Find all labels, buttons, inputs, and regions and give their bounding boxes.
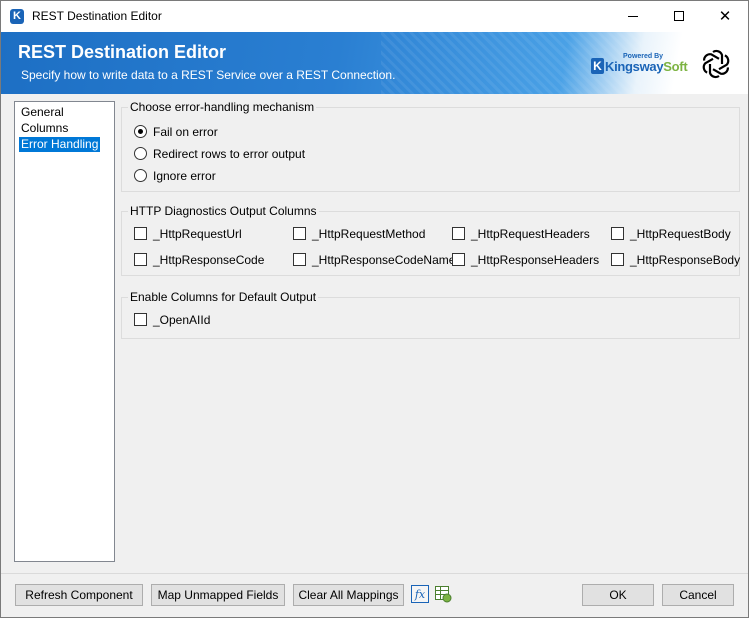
http-request-body-label: _HttpRequestBody	[630, 227, 731, 241]
checkbox-box	[293, 227, 306, 240]
window-title: REST Destination Editor	[32, 9, 162, 23]
nav-item-columns[interactable]: Columns	[19, 121, 70, 136]
banner-subtitle: Specify how to write data to a REST Serv…	[21, 68, 396, 82]
kingswaysoft-logo: Powered By K KingswaySoft	[591, 52, 688, 80]
default-output-group: Enable Columns for Default Output _OpenA…	[121, 290, 740, 339]
default-output-legend: Enable Columns for Default Output	[128, 290, 319, 304]
http-response-body-label: _HttpResponseBody	[630, 253, 741, 267]
http-request-headers-label: _HttpRequestHeaders	[471, 227, 590, 241]
minimize-icon	[628, 16, 638, 17]
refresh-component-button[interactable]: Refresh Component	[15, 584, 143, 606]
redirect-rows-label: Redirect rows to error output	[153, 147, 306, 161]
map-unmapped-fields-button[interactable]: Map Unmapped Fields	[151, 584, 285, 606]
http-diagnostics-legend: HTTP Diagnostics Output Columns	[128, 204, 319, 218]
maximize-icon	[674, 11, 684, 21]
checkbox-box	[452, 227, 465, 240]
clear-all-mappings-button[interactable]: Clear All Mappings	[293, 584, 404, 606]
http-diagnostics-group: HTTP Diagnostics Output Columns _HttpReq…	[121, 204, 741, 276]
header-banner: REST Destination Editor Specify how to w…	[1, 32, 748, 94]
page-navigation-list: General Columns Error Handling	[14, 101, 115, 562]
radio-indicator	[134, 125, 147, 138]
openai-id-label: _OpenAIId	[153, 313, 211, 327]
checkbox-box	[134, 227, 147, 240]
brand-name-part2: Soft	[663, 59, 688, 74]
http-response-code-name-label: _HttpResponseCodeName	[312, 253, 456, 267]
http-response-headers-label: _HttpResponseHeaders	[471, 253, 600, 267]
ok-button[interactable]: OK	[582, 584, 654, 606]
http-request-method-label: _HttpRequestMethod	[312, 227, 426, 241]
ignore-error-label: Ignore error	[153, 169, 216, 183]
checkbox-box	[452, 253, 465, 266]
expression-fx-icon[interactable]: fx	[411, 585, 429, 603]
footer-divider	[1, 573, 748, 574]
nav-item-general[interactable]: General	[19, 105, 66, 120]
checkbox-box	[611, 253, 624, 266]
close-icon: ✕	[718, 7, 732, 25]
title-bar: K REST Destination Editor ✕	[1, 1, 748, 32]
radio-indicator	[134, 147, 147, 160]
error-handling-group: Choose error-handling mechanism Fail on …	[121, 100, 740, 192]
http-request-url-label: _HttpRequestUrl	[153, 227, 242, 241]
checkbox-box	[134, 313, 147, 326]
rest-destination-editor-window: K REST Destination Editor ✕ REST Destina…	[0, 0, 749, 618]
nav-item-error-handling[interactable]: Error Handling	[19, 137, 101, 152]
kingswaysoft-app-icon: K	[10, 9, 24, 24]
close-button[interactable]: ✕	[702, 1, 748, 32]
kingswaysoft-k-icon: K	[591, 58, 604, 74]
cancel-button[interactable]: Cancel	[662, 584, 734, 606]
svg-text:fx: fx	[414, 588, 426, 601]
brand-name: KingswaySoft	[605, 59, 688, 74]
banner-title: REST Destination Editor	[18, 42, 227, 62]
radio-indicator	[134, 169, 147, 182]
error-handling-legend: Choose error-handling mechanism	[128, 100, 317, 114]
minimize-button[interactable]	[610, 1, 656, 32]
checkbox-box	[293, 253, 306, 266]
checkbox-box	[134, 253, 147, 266]
openai-logo-icon	[702, 49, 730, 79]
maximize-button[interactable]	[656, 1, 702, 32]
fail-on-error-label: Fail on error	[153, 125, 218, 139]
brand-name-part1: Kingsway	[605, 59, 664, 74]
checkbox-box	[611, 227, 624, 240]
http-response-code-label: _HttpResponseCode	[153, 253, 265, 267]
grid-settings-icon[interactable]	[434, 585, 452, 603]
